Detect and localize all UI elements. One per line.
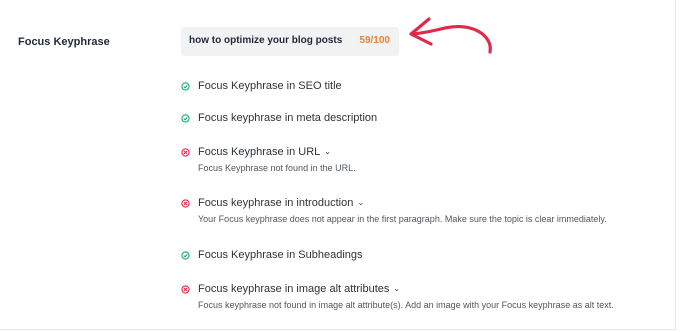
check-title: Focus Keyphrase in Subheadings xyxy=(198,249,363,261)
keyphrase-value: how to optimize your blog posts xyxy=(189,35,343,46)
fail-x-icon xyxy=(181,148,190,157)
chevron-down-icon[interactable]: ⌄ xyxy=(324,147,331,156)
chevron-down-icon[interactable]: ⌄ xyxy=(357,198,364,207)
check-message: Your Focus keyphrase does not appear in … xyxy=(198,214,607,224)
check-title[interactable]: Focus Keyphrase in URL ⌄ xyxy=(198,146,331,158)
check-message: Focus keyphrase not found in image alt a… xyxy=(198,300,614,310)
seo-panel: Focus Keyphrase how to optimize your blo… xyxy=(0,0,676,330)
chevron-down-icon[interactable]: ⌄ xyxy=(393,284,400,293)
check-title[interactable]: Focus keyphrase in image alt attributes ⌄ xyxy=(198,283,400,295)
annotation-arrow-icon xyxy=(409,17,492,54)
check-title[interactable]: Focus keyphrase in introduction ⌄ xyxy=(198,197,364,209)
fail-x-icon xyxy=(181,199,190,208)
pass-check-icon xyxy=(181,114,190,123)
fail-x-icon xyxy=(181,285,190,294)
focus-keyphrase-input[interactable]: how to optimize your blog posts 59/100 xyxy=(181,27,399,56)
check-title: Focus keyphrase in meta description xyxy=(198,112,378,124)
keyphrase-score: 59/100 xyxy=(359,35,390,46)
pass-check-icon xyxy=(181,82,190,91)
pass-check-icon xyxy=(181,251,190,260)
focus-keyphrase-label: Focus Keyphrase xyxy=(18,36,110,48)
check-message: Focus Keyphrase not found in the URL. xyxy=(198,163,356,173)
check-title: Focus Keyphrase in SEO title xyxy=(198,80,342,92)
